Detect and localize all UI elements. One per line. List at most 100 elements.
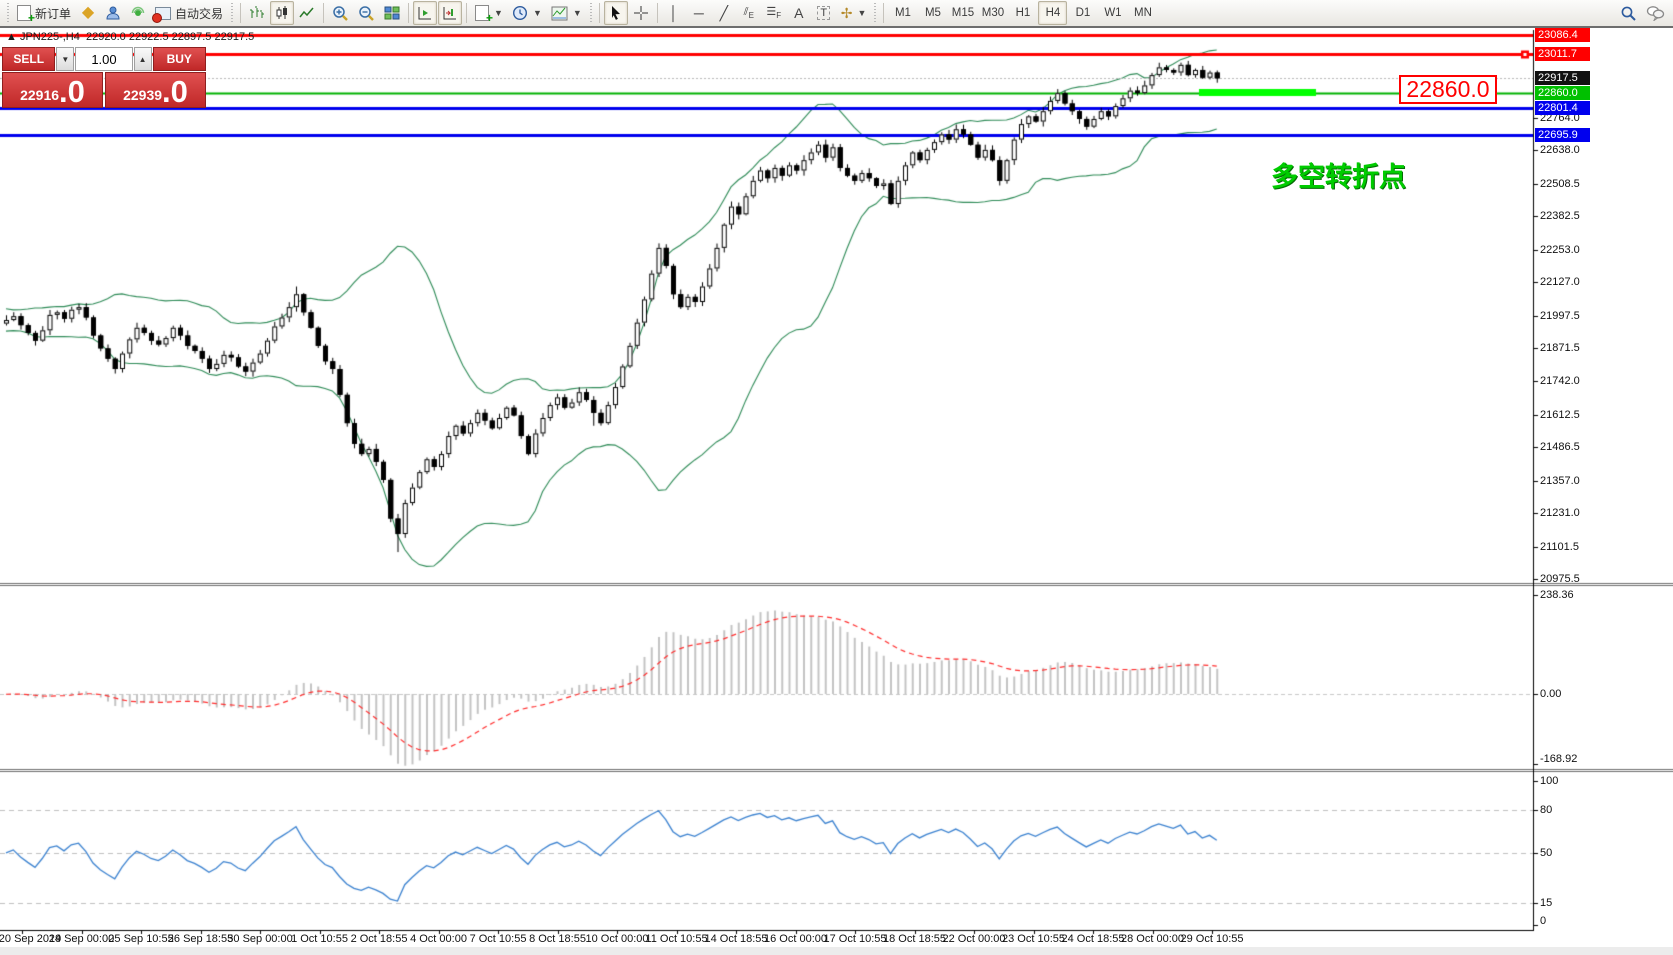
symbol-info-line: ▲ JPN225-,H4 22920.0 22922.5 22897.5 229…	[6, 31, 254, 43]
bar-chart-icon	[249, 5, 265, 21]
navigator-icon	[105, 5, 121, 21]
cursor-button[interactable]	[604, 1, 628, 25]
toolbar-separator	[323, 3, 324, 23]
line-chart-icon	[299, 5, 315, 21]
buy-price-box[interactable]: 22939.0	[105, 72, 206, 108]
vertical-line-icon: │	[669, 6, 678, 20]
buy-button[interactable]: BUY	[153, 47, 206, 71]
equidistant-channel-button[interactable]: ⫽E	[737, 1, 761, 25]
tile-windows-button[interactable]	[380, 1, 404, 25]
buy-price-fraction: .0	[162, 78, 188, 106]
fibonacci-button[interactable]: ☰F	[762, 1, 786, 25]
dropdown-caret-icon: ▼	[533, 8, 542, 18]
horizontal-line-button[interactable]: ─	[687, 1, 711, 25]
chart-canvas[interactable]	[0, 0, 1673, 955]
ohlc-close: 22917.5	[214, 31, 254, 43]
market-watch-icon: ◆	[82, 5, 94, 21]
text-label-button[interactable]: T	[812, 1, 836, 25]
signals-button[interactable]	[126, 1, 150, 25]
zoom-in-icon	[332, 5, 349, 22]
timeframe-button-m15[interactable]: M15	[948, 1, 977, 25]
market-watch-button[interactable]: ◆	[76, 1, 100, 25]
dropdown-caret-icon: ▼	[858, 8, 867, 18]
toolbar-separator	[240, 3, 241, 23]
templates-button[interactable]: ▼	[547, 1, 586, 25]
autotrading-icon	[155, 7, 171, 20]
window-bottom-strip	[0, 947, 1673, 955]
zoom-out-icon	[358, 5, 375, 22]
toolbar-grip[interactable]	[6, 3, 10, 23]
chat-button[interactable]	[1642, 1, 1669, 25]
toolbar-grip[interactable]	[873, 3, 877, 23]
toolbar-separator	[466, 3, 467, 23]
volume-input[interactable]: 1.00	[75, 47, 132, 71]
templates-icon	[551, 6, 568, 21]
collapse-arrow-icon[interactable]: ▲	[6, 31, 17, 43]
indicators-icon: +	[475, 5, 489, 21]
toolbar-grip[interactable]	[589, 3, 593, 23]
timeframe-button-h4[interactable]: H4	[1038, 1, 1067, 25]
timeframe-button-m1[interactable]: M1	[888, 1, 917, 25]
autotrading-label: 自动交易	[175, 5, 223, 22]
volume-decrease-button[interactable]: ▼	[56, 47, 74, 71]
mt4-window: + 新订单 ◆ 自动交易	[0, 0, 1673, 955]
horizontal-line-icon: ─	[694, 6, 704, 20]
zoom-in-button[interactable]	[328, 1, 353, 25]
timeframe-button-w1[interactable]: W1	[1098, 1, 1127, 25]
indicators-button[interactable]: + ▼	[471, 1, 507, 25]
line-chart-button[interactable]	[295, 1, 319, 25]
dropdown-caret-icon: ▼	[494, 8, 503, 18]
toolbar-separator	[408, 3, 409, 23]
auto-scroll-button[interactable]	[413, 1, 437, 25]
tile-windows-icon	[384, 5, 400, 21]
sell-price-fraction: .0	[59, 78, 85, 106]
fibonacci-icon: ☰F	[766, 5, 781, 20]
ohlc-open: 22920.0	[86, 31, 126, 43]
sell-price-main: 22916	[20, 88, 59, 103]
signals-icon	[130, 5, 146, 21]
new-order-button[interactable]: + 新订单	[13, 1, 75, 25]
timeframe-button-mn[interactable]: MN	[1128, 1, 1157, 25]
cursor-icon	[608, 5, 623, 21]
periods-button[interactable]: ▼	[508, 1, 546, 25]
toolbar: + 新订单 ◆ 自动交易	[0, 0, 1673, 28]
crosshair-button[interactable]	[629, 1, 653, 25]
timeframe-button-d1[interactable]: D1	[1068, 1, 1097, 25]
periods-clock-icon	[512, 5, 528, 21]
chart-shift-button[interactable]	[438, 1, 462, 25]
text-label-icon: T	[817, 6, 830, 20]
crosshair-icon	[633, 5, 649, 21]
autotrading-button[interactable]: 自动交易	[151, 1, 227, 25]
timeframe-button-m30[interactable]: M30	[978, 1, 1007, 25]
ohlc-high: 22922.5	[129, 31, 169, 43]
ohlc-low: 22897.5	[172, 31, 212, 43]
timeframe-button-h1[interactable]: H1	[1008, 1, 1037, 25]
new-order-icon: +	[17, 5, 31, 21]
turning-point-annotation[interactable]: 多空转折点	[1271, 155, 1406, 194]
price-callout-box[interactable]: 22860.0	[1399, 75, 1497, 104]
arrows-button[interactable]: ✢ ▼	[837, 1, 871, 25]
symbol-name: JPN225-,H4	[20, 31, 80, 43]
text-button[interactable]: A	[787, 1, 811, 25]
trendline-button[interactable]: ╱	[712, 1, 736, 25]
new-order-label: 新订单	[35, 5, 71, 22]
sell-price-box[interactable]: 22916.0	[2, 72, 103, 108]
toolbar-separator	[883, 3, 884, 23]
candlestick-chart-button[interactable]	[270, 1, 294, 25]
auto-scroll-icon	[417, 5, 433, 21]
chat-icon	[1646, 5, 1665, 21]
chart-shift-icon	[442, 5, 458, 21]
toolbar-separator	[599, 3, 600, 23]
equidistant-channel-icon: ⫽E	[744, 6, 754, 20]
search-button[interactable]	[1616, 1, 1641, 25]
navigator-button[interactable]	[101, 1, 125, 25]
vertical-line-button[interactable]: │	[662, 1, 686, 25]
timeframe-button-m5[interactable]: M5	[918, 1, 947, 25]
toolbar-grip[interactable]	[230, 3, 234, 23]
buy-price-main: 22939	[123, 88, 162, 103]
zoom-out-button[interactable]	[354, 1, 379, 25]
bar-chart-button[interactable]	[245, 1, 269, 25]
text-icon: A	[794, 6, 803, 20]
sell-button[interactable]: SELL	[2, 47, 55, 71]
volume-increase-button[interactable]: ▲	[134, 47, 152, 71]
